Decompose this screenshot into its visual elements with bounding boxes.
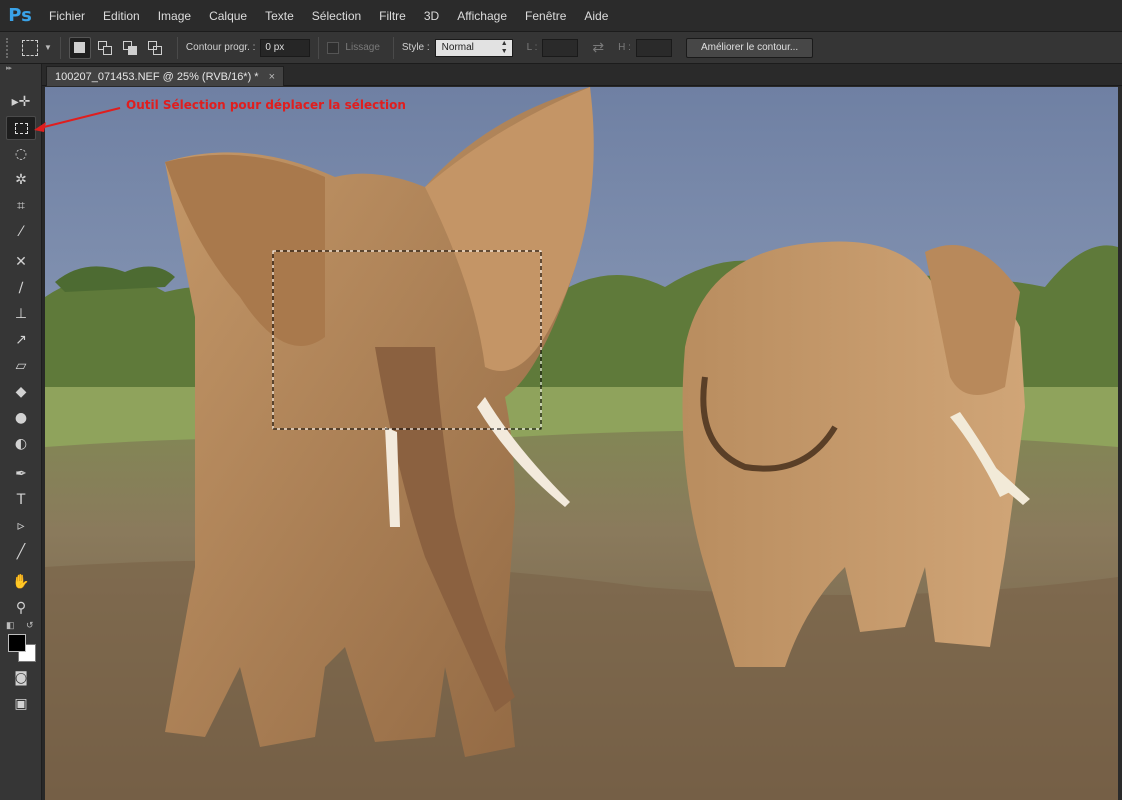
dodge-tool-icon[interactable]: ◐ — [6, 432, 36, 456]
default-colors-icon[interactable]: ◧ — [6, 620, 15, 631]
blur-tool-icon[interactable]: ● — [6, 406, 36, 430]
brush-tool-icon[interactable]: ∕ — [6, 276, 36, 300]
color-swatches: ◧ ↺ — [6, 620, 36, 662]
rect-marquee-icon — [22, 39, 38, 56]
crop-tool-icon[interactable]: ⌗ — [6, 194, 36, 218]
type-tool-icon[interactable]: T — [6, 488, 36, 512]
width-input[interactable] — [542, 38, 579, 57]
zoom-tool-icon[interactable]: ⚲ — [6, 596, 36, 620]
options-bar-grip[interactable] — [6, 37, 16, 58]
antialias-checkbox[interactable] — [327, 41, 340, 54]
document-tab[interactable]: 100207_071453.NEF @ 25% (RVB/16*) * × — [46, 66, 285, 87]
elephant-photo — [45, 87, 1118, 800]
clone-stamp-tool-icon[interactable]: ⊥ — [6, 302, 36, 326]
eraser-tool-icon[interactable]: ▱ — [6, 354, 36, 378]
menu-aide[interactable]: Aide — [575, 0, 617, 32]
rect-marquee-icon — [14, 122, 28, 134]
paint-bucket-tool-icon[interactable]: ◆ — [6, 380, 36, 404]
height-label: H : — [618, 42, 631, 53]
options-bar: ▼ Contour progr. : 0 px Lissage Style : … — [0, 32, 1122, 64]
quick-mask-icon[interactable]: ◙ — [6, 666, 36, 690]
move-tool-icon[interactable]: ▸✛ — [6, 90, 36, 114]
divider — [392, 36, 394, 59]
toolbox-collapse-icon[interactable]: ▸▸ — [0, 64, 41, 76]
hand-tool-icon[interactable]: ✋ — [6, 570, 36, 594]
history-brush-tool-icon[interactable]: ↗ — [6, 328, 36, 352]
new-selection-icon — [74, 42, 86, 53]
document-tab-bar: 100207_071453.NEF @ 25% (RVB/16*) * × — [42, 64, 1122, 86]
subtract-from-selection-button[interactable] — [119, 37, 141, 59]
document-canvas[interactable] — [45, 87, 1118, 800]
menu-fichier[interactable]: Fichier — [40, 0, 94, 32]
menu-3d[interactable]: 3D — [415, 0, 448, 32]
magic-wand-tool-icon[interactable]: ✲ — [6, 168, 36, 192]
lasso-tool-icon[interactable]: ◌ — [6, 142, 36, 166]
swap-colors-icon[interactable]: ↺ — [26, 620, 34, 631]
feather-label: Contour progr. : — [185, 42, 256, 53]
style-select[interactable]: Normal ▲ ▼ — [434, 38, 513, 57]
menu-filtre[interactable]: Filtre — [370, 0, 415, 32]
menu-bar: Ps Fichier Edition Image Calque Texte Sé… — [0, 0, 1122, 32]
pen-tool-icon[interactable]: ✒ — [6, 462, 36, 486]
chevron-down-icon: ▼ — [44, 43, 52, 52]
annotation-text: Outil Sélection pour déplacer la sélecti… — [126, 98, 406, 112]
style-label: Style : — [401, 42, 430, 53]
new-selection-button[interactable] — [68, 36, 91, 59]
refine-edge-button[interactable]: Améliorer le contour... — [685, 37, 814, 58]
divider — [59, 36, 61, 59]
menu-image[interactable]: Image — [149, 0, 200, 32]
add-to-selection-button[interactable] — [94, 37, 116, 59]
line-tool-icon[interactable]: ╱ — [6, 540, 36, 564]
vertical-scrollbar[interactable] — [1118, 87, 1122, 800]
style-select-value: Normal — [441, 41, 474, 53]
updown-arrows-icon: ▲ ▼ — [500, 39, 508, 55]
intersect-selection-icon — [147, 40, 162, 55]
subtract-selection-icon — [122, 40, 137, 55]
tool-preset-picker[interactable]: ▼ — [22, 39, 52, 56]
intersect-selection-button[interactable] — [144, 37, 166, 59]
swap-dimensions-icon[interactable]: ⇄ — [592, 39, 604, 56]
antialias-label: Lissage — [345, 42, 380, 53]
menu-edition[interactable]: Edition — [94, 0, 149, 32]
divider — [318, 36, 320, 59]
path-selection-tool-icon[interactable]: ▹ — [6, 514, 36, 538]
divider — [176, 36, 178, 59]
menu-texte[interactable]: Texte — [256, 0, 303, 32]
eyedropper-tool-icon[interactable]: ⁄ — [6, 220, 36, 244]
menu-calque[interactable]: Calque — [200, 0, 256, 32]
close-icon[interactable]: × — [269, 67, 275, 87]
menu-selection[interactable]: Sélection — [303, 0, 370, 32]
toolbox: ▸▸ ▸✛ ◌ ✲ ⌗ ⁄ ✕ ∕ ⊥ ↗ ▱ ◆ ● ◐ ✒ T ▹ ╱ ✋ … — [0, 64, 42, 800]
rect-marquee-tool-icon[interactable] — [6, 116, 36, 140]
width-label: L : — [526, 42, 538, 53]
spot-healing-tool-icon[interactable]: ✕ — [6, 250, 36, 274]
photoshop-logo[interactable]: Ps — [0, 0, 40, 32]
height-input[interactable] — [635, 38, 672, 57]
menu-affichage[interactable]: Affichage — [448, 0, 516, 32]
foreground-color-swatch[interactable] — [8, 634, 26, 652]
document-title: 100207_071453.NEF @ 25% (RVB/16*) * — [55, 70, 259, 83]
screen-mode-icon[interactable]: ▣ — [6, 692, 36, 716]
menu-fenetre[interactable]: Fenêtre — [516, 0, 575, 32]
add-selection-icon — [97, 40, 112, 55]
feather-input[interactable]: 0 px — [260, 38, 311, 57]
